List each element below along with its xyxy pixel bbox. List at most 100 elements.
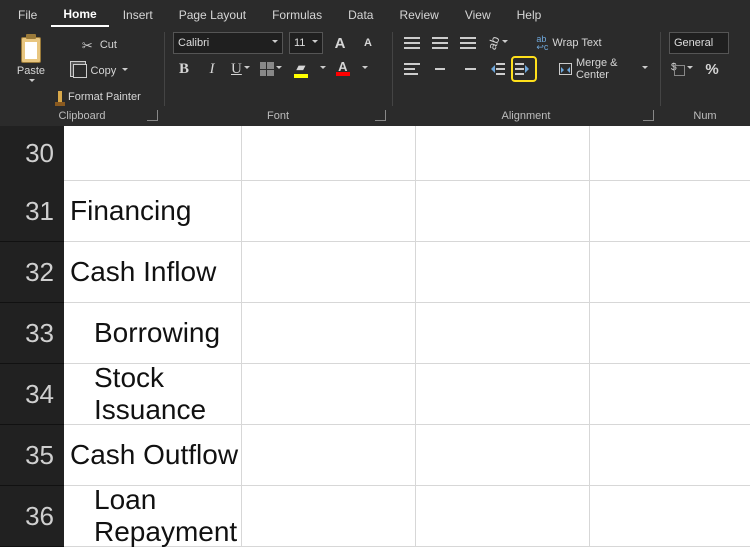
chevron-down-icon: [29, 79, 35, 85]
cell[interactable]: [242, 181, 416, 242]
borders-button[interactable]: [258, 58, 284, 80]
cell[interactable]: [242, 303, 416, 364]
spreadsheet-grid[interactable]: 30 31 Financing 32 Cash Inflow 33 Borrow…: [0, 126, 750, 547]
accounting-format-button[interactable]: [669, 58, 695, 80]
cell[interactable]: [242, 242, 416, 303]
cell[interactable]: [416, 126, 590, 181]
tab-view[interactable]: View: [453, 3, 503, 26]
cell[interactable]: [416, 425, 590, 486]
font-color-swatch: [336, 72, 350, 76]
accounting-icon: [671, 62, 685, 76]
underline-button[interactable]: U: [229, 58, 252, 80]
group-clipboard: Paste Cut Copy Format Painte: [6, 32, 164, 106]
paste-label: Paste: [17, 65, 45, 77]
align-middle-icon: [432, 37, 448, 49]
tab-page-layout[interactable]: Page Layout: [167, 3, 258, 26]
align-right-icon: [460, 63, 476, 75]
ribbon: File Home Insert Page Layout Formulas Da…: [0, 0, 750, 126]
row-header[interactable]: 35: [0, 425, 64, 486]
cell[interactable]: [416, 364, 590, 425]
cell[interactable]: [416, 486, 590, 547]
row-header[interactable]: 32: [0, 242, 64, 303]
paste-button[interactable]: Paste: [14, 32, 48, 90]
cell[interactable]: [416, 303, 590, 364]
wrap-text-button[interactable]: ab↩c Wrap Text: [532, 32, 605, 54]
cell[interactable]: Cash Inflow: [64, 242, 242, 303]
chevron-down-icon: [642, 66, 648, 72]
tab-help[interactable]: Help: [505, 3, 554, 26]
align-center-button[interactable]: [429, 58, 451, 80]
number-format-value: General: [674, 37, 713, 49]
tab-review[interactable]: Review: [387, 3, 450, 26]
row-header[interactable]: 30: [0, 126, 64, 181]
copy-label: Copy: [91, 65, 117, 77]
cell[interactable]: [64, 126, 242, 181]
tab-file[interactable]: File: [6, 3, 49, 26]
chevron-down-icon: [272, 40, 278, 46]
increase-font-button[interactable]: [329, 32, 351, 54]
cell[interactable]: [242, 425, 416, 486]
font-name-select[interactable]: Calibri: [173, 32, 283, 54]
copy-icon: [73, 64, 87, 78]
align-bottom-button[interactable]: [457, 32, 479, 54]
cell[interactable]: Stock Issuance: [64, 364, 242, 425]
cell[interactable]: [590, 181, 750, 242]
font-size-select[interactable]: 11: [289, 32, 323, 54]
bold-button[interactable]: B: [173, 58, 195, 80]
align-bottom-icon: [460, 37, 476, 49]
cut-button[interactable]: Cut: [54, 34, 145, 56]
cell[interactable]: Cash Outflow: [64, 425, 242, 486]
merge-center-button[interactable]: Merge & Center: [555, 58, 652, 80]
decrease-indent-button[interactable]: [485, 58, 507, 80]
group-label-clipboard[interactable]: Clipboard: [0, 106, 164, 126]
italic-button[interactable]: I: [201, 58, 223, 80]
cell[interactable]: Financing: [64, 181, 242, 242]
chevron-down-icon[interactable]: [320, 66, 326, 72]
align-top-icon: [404, 37, 420, 49]
align-middle-button[interactable]: [429, 32, 451, 54]
merge-icon: [559, 63, 572, 75]
cell[interactable]: [590, 242, 750, 303]
chevron-down-icon[interactable]: [362, 66, 368, 72]
format-painter-button[interactable]: Format Painter: [54, 86, 145, 108]
paintbrush-icon: [58, 91, 62, 103]
chevron-down-icon: [312, 40, 318, 46]
chevron-down-icon: [502, 40, 508, 46]
row-header[interactable]: 34: [0, 364, 64, 425]
copy-button[interactable]: Copy: [54, 60, 145, 82]
row-header[interactable]: 36: [0, 486, 64, 547]
cell[interactable]: [590, 303, 750, 364]
group-number: General: [660, 32, 740, 106]
tab-home[interactable]: Home: [51, 2, 108, 27]
align-right-button[interactable]: [457, 58, 479, 80]
orientation-button[interactable]: ab: [485, 32, 510, 54]
number-format-select[interactable]: General: [669, 32, 729, 54]
cell[interactable]: [416, 181, 590, 242]
row-header[interactable]: 31: [0, 181, 64, 242]
group-label-alignment[interactable]: Alignment: [392, 106, 660, 126]
increase-indent-button[interactable]: [513, 58, 535, 80]
percent-format-button[interactable]: [701, 58, 723, 80]
fill-color-button[interactable]: ▰: [290, 58, 312, 80]
decrease-font-button[interactable]: [357, 32, 379, 54]
cell[interactable]: [590, 126, 750, 181]
font-color-button[interactable]: A: [332, 58, 354, 80]
group-label-font[interactable]: Font: [164, 106, 392, 126]
align-left-button[interactable]: [401, 58, 423, 80]
tab-data[interactable]: Data: [336, 3, 385, 26]
cell[interactable]: [242, 364, 416, 425]
cell[interactable]: [416, 242, 590, 303]
align-top-button[interactable]: [401, 32, 423, 54]
chevron-down-icon: [244, 66, 250, 72]
cell[interactable]: Borrowing: [64, 303, 242, 364]
increase-font-icon: [335, 35, 346, 52]
tab-formulas[interactable]: Formulas: [260, 3, 334, 26]
cell[interactable]: [590, 364, 750, 425]
cell[interactable]: Loan Repayment: [64, 486, 242, 547]
cell[interactable]: [590, 425, 750, 486]
tab-insert[interactable]: Insert: [111, 3, 165, 26]
cell[interactable]: [242, 486, 416, 547]
cell[interactable]: [590, 486, 750, 547]
cell[interactable]: [242, 126, 416, 181]
row-header[interactable]: 33: [0, 303, 64, 364]
